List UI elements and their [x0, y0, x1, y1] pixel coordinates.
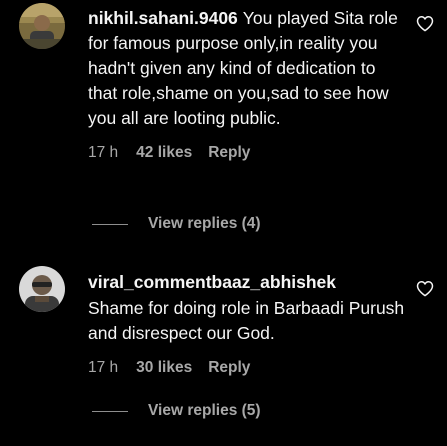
comment-item: viral_commentbaaz_abhishek Shame for doi…: [0, 265, 447, 446]
heart-outline-icon[interactable]: [416, 15, 434, 32]
avatar-photo: [19, 266, 65, 312]
reply-button[interactable]: Reply: [208, 359, 250, 377]
comment-time: 17 h: [88, 144, 119, 161]
view-replies-button[interactable]: View replies (4): [92, 215, 261, 233]
heart-outline-icon[interactable]: [416, 280, 434, 297]
comment-content: Shame for doing role in Barbaadi Purush …: [88, 298, 405, 343]
comment-body: nikhil.sahani.9406 You played Sita role f…: [88, 6, 406, 164]
comment-item: nikhil.sahani.9406 You played Sita role f…: [0, 0, 447, 250]
avatar[interactable]: [19, 3, 65, 49]
view-replies-button[interactable]: View replies (5): [92, 402, 261, 420]
comment-username[interactable]: nikhil.sahani.9406: [88, 8, 238, 28]
view-replies-label: View replies (5): [148, 402, 261, 419]
divider-line: [92, 410, 128, 412]
avatar-photo: [19, 3, 65, 49]
comment-meta: 17 h 42 likes Reply: [88, 142, 406, 164]
comment-likes[interactable]: 42 likes: [136, 144, 192, 162]
comment-meta: 17 h 30 likes Reply: [88, 357, 406, 379]
divider-line: [92, 223, 128, 225]
comment-body: viral_commentbaaz_abhishek Shame for doi…: [88, 270, 406, 379]
avatar[interactable]: [19, 266, 65, 312]
comment-text: nikhil.sahani.9406 You played Sita role f…: [88, 6, 406, 131]
reply-button[interactable]: Reply: [208, 144, 250, 162]
comment-header: viral_commentbaaz_abhishek: [88, 270, 406, 295]
comment-username[interactable]: viral_commentbaaz_abhishek: [88, 272, 336, 292]
comment-likes[interactable]: 30 likes: [136, 359, 192, 377]
comment-time: 17 h: [88, 359, 119, 376]
view-replies-label: View replies (4): [148, 215, 261, 232]
